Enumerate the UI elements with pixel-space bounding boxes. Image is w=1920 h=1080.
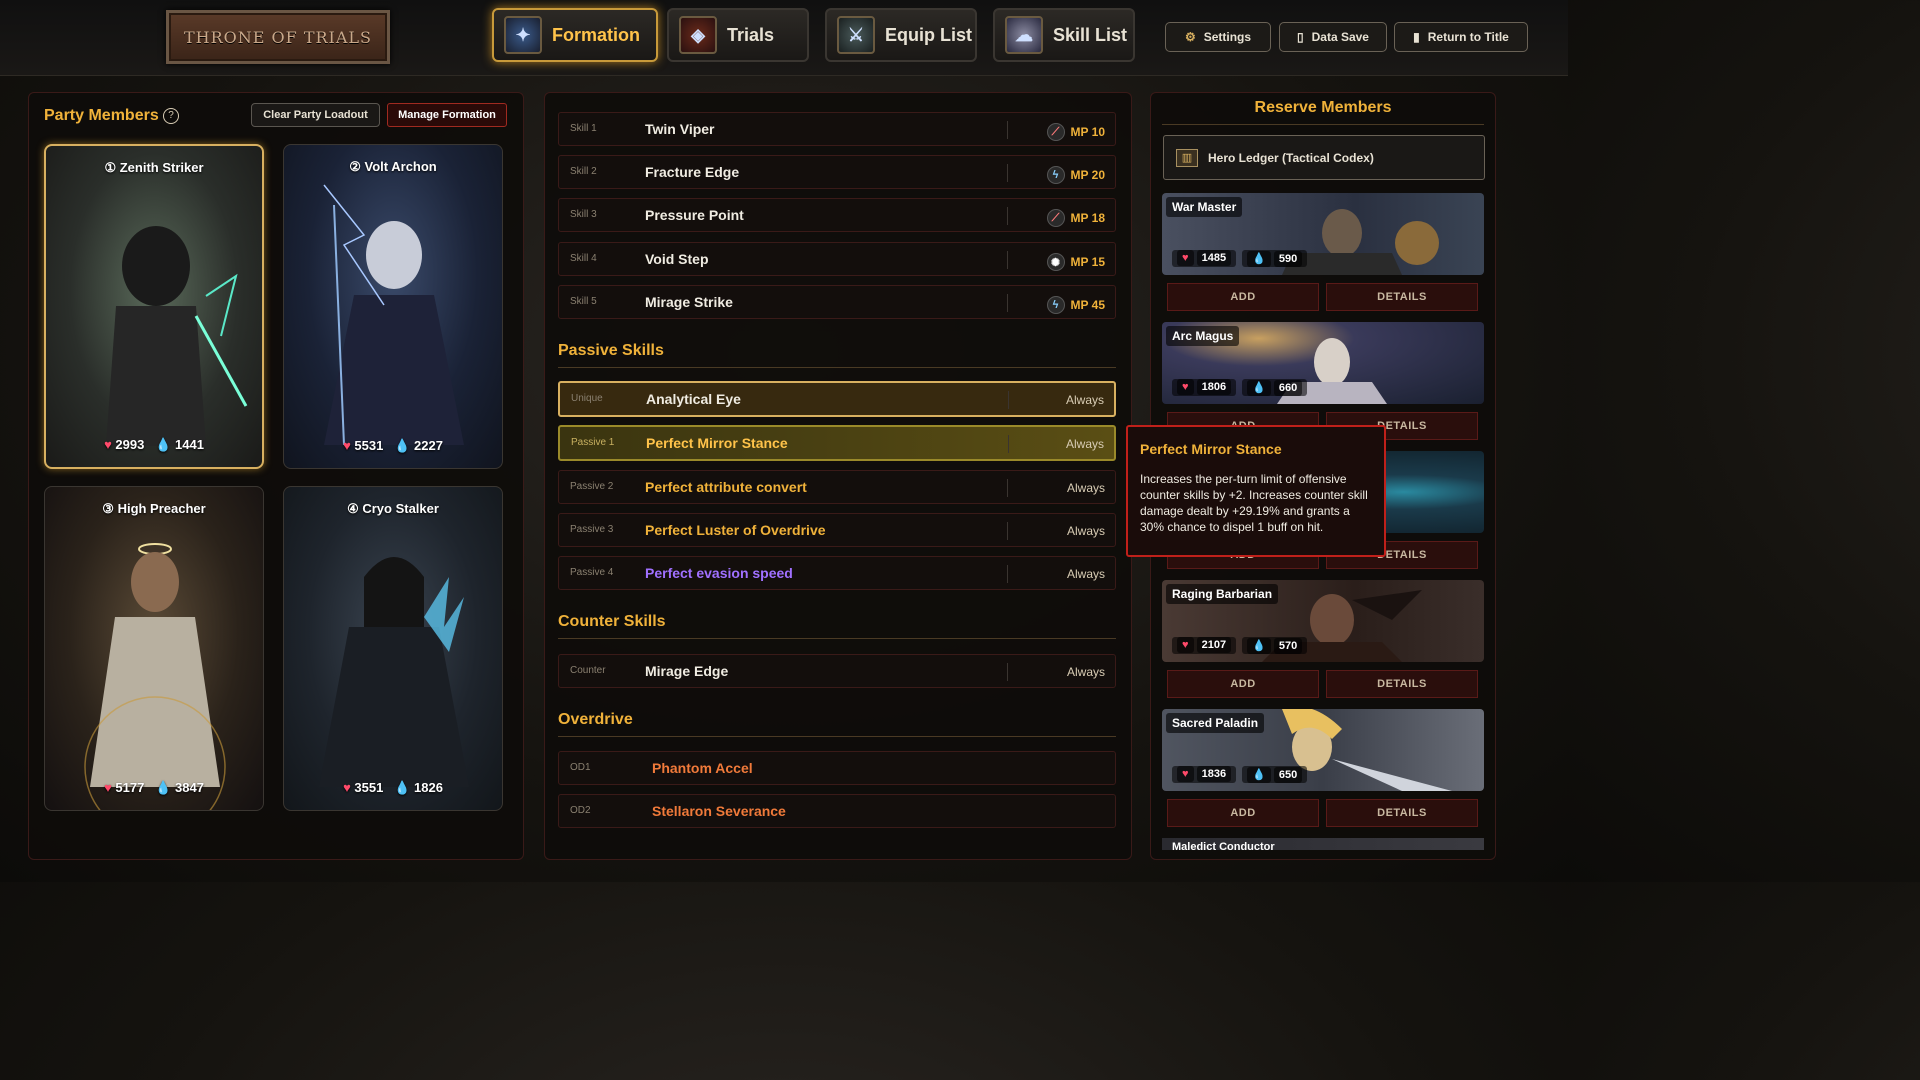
party-card-2[interactable]: ② Volt Archon ♥ 5531 💧 2227 — [283, 144, 503, 469]
hp-icon: ♥ — [343, 438, 351, 453]
hp-icon: ♥ — [104, 437, 112, 452]
mp-icon: 💧 — [394, 438, 411, 453]
settings-label: Settings — [1203, 30, 1252, 44]
burst-icon: ✺ — [1046, 253, 1065, 271]
counter-skills-heading: Counter Skills — [558, 613, 666, 630]
details-button[interactable]: DETAILS — [1326, 670, 1478, 698]
passive-row-2[interactable]: Passive 2 Perfect attribute convert Alway… — [558, 470, 1116, 504]
reserve-title: Reserve Members — [1254, 99, 1392, 116]
divider — [1162, 124, 1484, 125]
save-icon: ▯ — [1297, 30, 1304, 44]
portrait-cryo-stalker — [319, 557, 469, 787]
reserve-card-partial: Maledict Conductor — [1162, 838, 1484, 850]
overdrive-heading: Overdrive — [558, 711, 633, 728]
tooltip-title: Perfect Mirror Stance — [1140, 441, 1282, 457]
lightning-icon: ϟ — [1046, 296, 1065, 314]
tab-trials[interactable]: ◈ Trials — [667, 8, 809, 62]
add-button[interactable]: ADD — [1167, 670, 1319, 698]
formation-icon: ✦ — [504, 16, 542, 54]
portrait-high-preacher — [84, 543, 226, 810]
add-button[interactable]: ADD — [1167, 283, 1319, 311]
help-icon[interactable]: ? — [163, 108, 179, 124]
passive-row-4[interactable]: Passive 4 Perfect evasion speed Always — [558, 556, 1116, 590]
skill-row-5[interactable]: Skill 5 Mirage Strike ϟ MP 45 — [558, 285, 1116, 319]
mp-icon: 💧 — [155, 437, 172, 452]
details-button[interactable]: DETAILS — [1326, 799, 1478, 827]
party-card-3[interactable]: ③ High Preacher ♥ 5177 💧 3847 — [44, 486, 264, 811]
party-card-4[interactable]: ④ Cryo Stalker ♥ 3551 💧 1826 — [283, 486, 503, 811]
tab-equip-list[interactable]: ⚔ Equip List — [825, 8, 977, 62]
skill-row-1[interactable]: Skill 1 Twin Viper ⟋ MP 10 — [558, 112, 1116, 146]
trials-icon: ◈ — [679, 16, 717, 54]
return-label: Return to Title — [1427, 30, 1509, 44]
ledger-label: Hero Ledger (Tactical Codex) — [1208, 150, 1374, 165]
divider — [558, 736, 1116, 737]
equip-icon: ⚔ — [837, 16, 875, 54]
passive-row-unique[interactable]: Unique Analytical Eye Always — [558, 381, 1116, 417]
portrait-zenith-striker — [106, 226, 248, 446]
tooltip-description: Increases the per-turn limit of offensiv… — [1140, 472, 1368, 534]
hp-icon: ♥ — [343, 780, 351, 795]
skill-row-4[interactable]: Skill 4 Void Step ✺ MP 15 — [558, 242, 1116, 276]
top-bar: THRONE OF TRIALS ✦ Formation ◈ Trials ⚔ … — [0, 0, 1568, 76]
details-button[interactable]: DETAILS — [1326, 283, 1478, 311]
passive-row-1[interactable]: Passive 1 Perfect Mirror Stance Always — [558, 425, 1116, 461]
slash-icon: ⟋ — [1046, 209, 1065, 227]
data-save-button[interactable]: ▯ Data Save — [1279, 22, 1387, 52]
member-name: ③ High Preacher — [102, 501, 206, 516]
mp-icon: 💧 — [394, 780, 411, 795]
overdrive-row-1[interactable]: OD1 Phantom Accel — [558, 751, 1116, 785]
book-icon: ▥ — [1176, 148, 1198, 167]
gear-icon: ⚙ — [1184, 30, 1196, 44]
party-title: Party Members — [44, 107, 159, 124]
overdrive-row-2[interactable]: OD2 Stellaron Severance — [558, 794, 1116, 828]
lightning-icon: ϟ — [1046, 166, 1065, 184]
member-name: ④ Cryo Stalker — [347, 501, 439, 516]
member-name: ② Volt Archon — [349, 159, 437, 174]
tab-formation[interactable]: ✦ Formation — [492, 8, 658, 62]
skill-tooltip: Perfect Mirror Stance Increases the per-… — [1126, 425, 1386, 557]
hero-ledger-button[interactable]: ▥ Hero Ledger (Tactical Codex) — [1163, 135, 1485, 180]
divider — [558, 367, 1116, 368]
member-stats: ♥ 5531 💧 2227 — [343, 438, 443, 453]
skill-icon: ☁ — [1005, 16, 1043, 54]
skill-row-3[interactable]: Skill 3 Pressure Point ⟋ MP 18 — [558, 198, 1116, 232]
tab-label: Trials — [727, 24, 775, 45]
reserve-card-sacred-paladin: Sacred Paladin ♥ 1836 💧 650 — [1162, 709, 1484, 791]
return-to-title-button[interactable]: ▮ Return to Title — [1394, 22, 1528, 52]
data-save-label: Data Save — [1311, 30, 1369, 44]
add-button[interactable]: ADD — [1167, 799, 1319, 827]
passive-row-3[interactable]: Passive 3 Perfect Luster of Overdrive Alw… — [558, 513, 1116, 547]
settings-button[interactable]: ⚙ Settings — [1165, 22, 1271, 52]
skill-row-2[interactable]: Skill 2 Fracture Edge ϟ MP 20 — [558, 155, 1116, 189]
portrait-volt-archon — [323, 184, 464, 446]
member-name: ① Zenith Striker — [104, 160, 204, 175]
member-stats: ♥ 2993 💧 1441 — [104, 437, 204, 452]
reserve-card-war-master: War Master ♥ 1485 💧 590 — [1162, 193, 1484, 275]
mp-icon: 💧 — [155, 780, 172, 795]
logo-text: THRONE OF TRIALS — [183, 27, 373, 47]
passive-skills-heading: Passive Skills — [558, 342, 664, 359]
game-logo: THRONE OF TRIALS — [166, 10, 390, 64]
tab-label: Formation — [552, 24, 640, 45]
member-stats: ♥ 5177 💧 3847 — [104, 780, 204, 795]
divider — [558, 638, 1116, 639]
clear-party-button[interactable]: Clear Party Loadout — [251, 103, 380, 127]
slash-icon: ⟋ — [1046, 123, 1065, 141]
member-stats: ♥ 3551 💧 1826 — [343, 780, 443, 795]
manage-formation-button[interactable]: Manage Formation — [387, 103, 507, 127]
tab-label: Equip List — [885, 24, 972, 45]
counter-row[interactable]: Counter Mirage Edge Always — [558, 654, 1116, 688]
tab-skill-list[interactable]: ☁ Skill List — [993, 8, 1135, 62]
hp-icon: ♥ — [104, 780, 112, 795]
reserve-card-raging-barbarian: Raging Barbarian ♥ 2107 💧 570 — [1162, 580, 1484, 662]
party-card-1[interactable]: ① Zenith Striker ♥ 2993 💧 1441 — [44, 144, 264, 469]
door-icon: ▮ — [1413, 30, 1420, 44]
tab-label: Skill List — [1053, 24, 1128, 45]
reserve-card-arc-magus: Arc Magus ♥ 1806 💧 660 — [1162, 322, 1484, 404]
